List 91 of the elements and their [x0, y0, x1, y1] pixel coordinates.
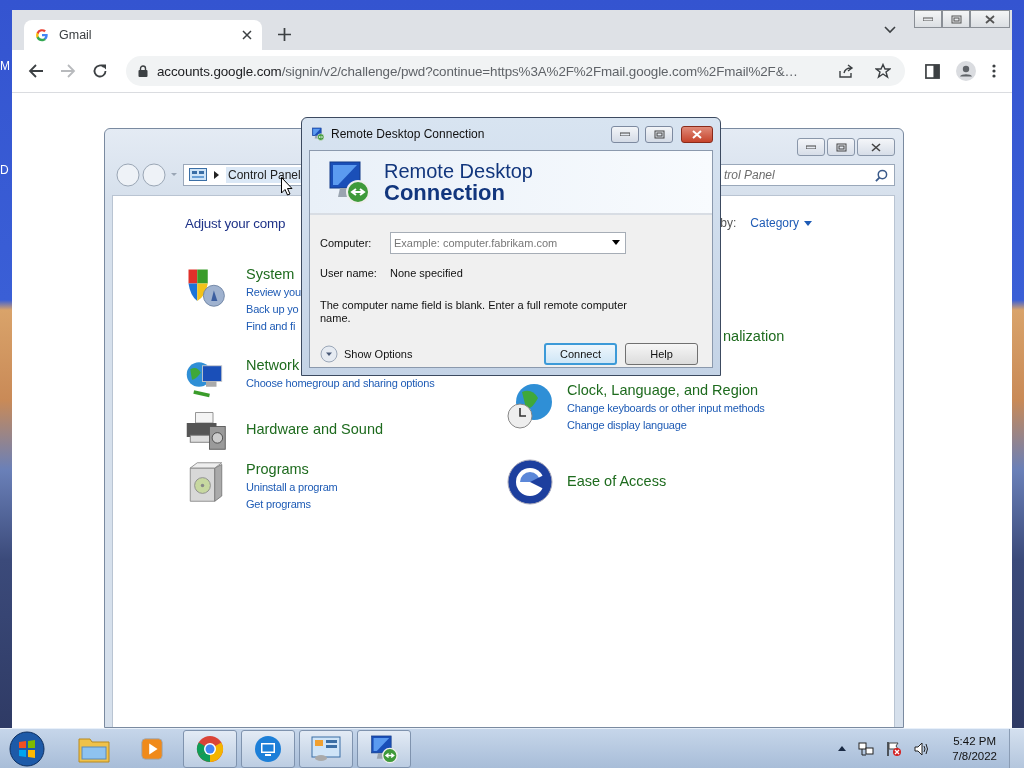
- minimize-button[interactable]: [797, 138, 825, 156]
- chevron-up-icon[interactable]: [838, 746, 847, 751]
- category-title[interactable]: Programs: [246, 459, 338, 479]
- close-icon: [871, 142, 881, 152]
- minimize-icon: [620, 132, 630, 136]
- address-bar[interactable]: accounts.google.com/signin/v2/challenge/pwd?continue=https%3A%2F%2Fmail.google.com%2Fmail%2F&…: [126, 56, 905, 86]
- computer-combobox[interactable]: Example: computer.fabrikam.com: [390, 232, 626, 254]
- minimize-button[interactable]: [914, 10, 942, 28]
- page-heading: Adjust your comp: [185, 215, 286, 231]
- app-icon: [311, 127, 325, 141]
- flag-warning-icon[interactable]: [886, 740, 903, 757]
- start-button[interactable]: [9, 730, 45, 767]
- menu-icon[interactable]: [992, 63, 996, 79]
- close-icon: [985, 14, 995, 24]
- reload-icon[interactable]: [92, 63, 108, 79]
- close-icon: [692, 129, 702, 139]
- maximize-icon: [835, 142, 847, 152]
- category-link[interactable]: Get programs: [246, 496, 338, 513]
- chevron-down-icon[interactable]: [884, 26, 896, 34]
- speaker-icon[interactable]: [914, 740, 931, 757]
- field-label: User name:: [320, 267, 378, 279]
- view-by-dropdown[interactable]: Category: [750, 216, 812, 230]
- category-link[interactable]: Uninstall a program: [246, 479, 338, 496]
- close-button[interactable]: [681, 125, 713, 143]
- share-icon[interactable]: [838, 63, 854, 79]
- accessibility-icon: [506, 458, 554, 506]
- remote-desktop-icon: [326, 159, 372, 205]
- url-text: accounts.google.com/signin/v2/challenge/pwd?continue=https%3A%2F%2Fmail.google.com%2Fmail%2F&…: [157, 63, 798, 79]
- side-panel-icon[interactable]: [925, 63, 940, 79]
- view-by-label: by:: [720, 216, 737, 230]
- google-icon: [35, 28, 49, 42]
- media-player-icon: [139, 735, 165, 762]
- caret-icon: [804, 220, 812, 226]
- dialog-button[interactable]: Connect: [544, 343, 617, 365]
- user-name-value: None specified: [390, 267, 463, 279]
- taskbar-app[interactable]: [241, 729, 295, 768]
- category-link[interactable]: Change display language: [567, 417, 765, 434]
- minimize-icon: [806, 145, 816, 149]
- close-icon[interactable]: [242, 30, 252, 40]
- dialog-button[interactable]: Help: [625, 343, 698, 365]
- banner-title: Connection: [384, 182, 505, 204]
- desktop-icon-label: M: [0, 59, 10, 73]
- category-link[interactable]: Find and fi: [246, 318, 301, 335]
- breadcrumb-item[interactable]: Control Panel: [226, 167, 303, 183]
- clock-time: 5:42 PM: [953, 733, 997, 749]
- dropdown-arrow-icon[interactable]: [612, 240, 620, 245]
- category-title[interactable]: Hardware and Sound: [246, 419, 384, 439]
- star-icon[interactable]: [875, 63, 891, 79]
- category-link[interactable]: Choose homegroup and sharing options: [246, 375, 435, 392]
- control-panel-icon: [311, 734, 341, 763]
- taskbar-clock[interactable]: 5:42 PM 7/8/2022: [952, 733, 997, 764]
- restore-button[interactable]: [942, 10, 970, 28]
- control-panel-icon: [189, 168, 207, 182]
- remote-desktop-icon: [369, 733, 399, 764]
- new-tab-icon[interactable]: [278, 28, 291, 41]
- clock-date: 7/8/2022: [952, 748, 997, 764]
- minimize-icon: [923, 17, 933, 21]
- taskbar-app[interactable]: [183, 729, 237, 768]
- close-button[interactable]: [857, 138, 895, 156]
- browser-tab[interactable]: Gmail: [24, 20, 262, 50]
- network-icon[interactable]: [858, 740, 875, 757]
- category-link[interactable]: Back up yo: [246, 301, 301, 318]
- category-title[interactable]: Clock, Language, and Region: [567, 380, 765, 400]
- category-title[interactable]: Ease of Access: [567, 471, 667, 491]
- taskbar-app[interactable]: [357, 729, 411, 768]
- category-title[interactable]: nalization: [723, 326, 785, 346]
- printer-speaker-icon: [185, 409, 227, 451]
- browser-icon: [196, 734, 224, 763]
- maximize-button[interactable]: [645, 125, 673, 143]
- desktop-icon-label: D: [0, 163, 9, 177]
- banner-title: Remote Desktop: [384, 160, 533, 182]
- field-label: Computer:: [320, 237, 373, 249]
- category-link[interactable]: Change keyboards or other input methods: [567, 400, 765, 417]
- caret-icon: [214, 171, 219, 179]
- show-options-link[interactable]: Show Options: [344, 348, 413, 360]
- profile-icon[interactable]: [956, 61, 976, 81]
- restore-icon: [950, 14, 962, 24]
- lock-icon: [138, 65, 148, 77]
- maximize-button[interactable]: [827, 138, 855, 156]
- minimize-button[interactable]: [611, 125, 639, 143]
- window-title: Remote Desktop Connection: [331, 127, 485, 141]
- search-icon: [875, 168, 888, 182]
- category-title[interactable]: System: [246, 264, 301, 284]
- maximize-icon: [653, 129, 665, 139]
- monitor-icon: [254, 734, 282, 763]
- back-icon[interactable]: [28, 63, 44, 79]
- globe-clock-icon: [506, 382, 554, 430]
- message-text: The computer name field is blank. Enter a full remote computer name.: [320, 299, 628, 325]
- taskbar-app[interactable]: [299, 729, 353, 768]
- category-link[interactable]: Review you: [246, 284, 301, 301]
- close-button[interactable]: [970, 10, 1010, 28]
